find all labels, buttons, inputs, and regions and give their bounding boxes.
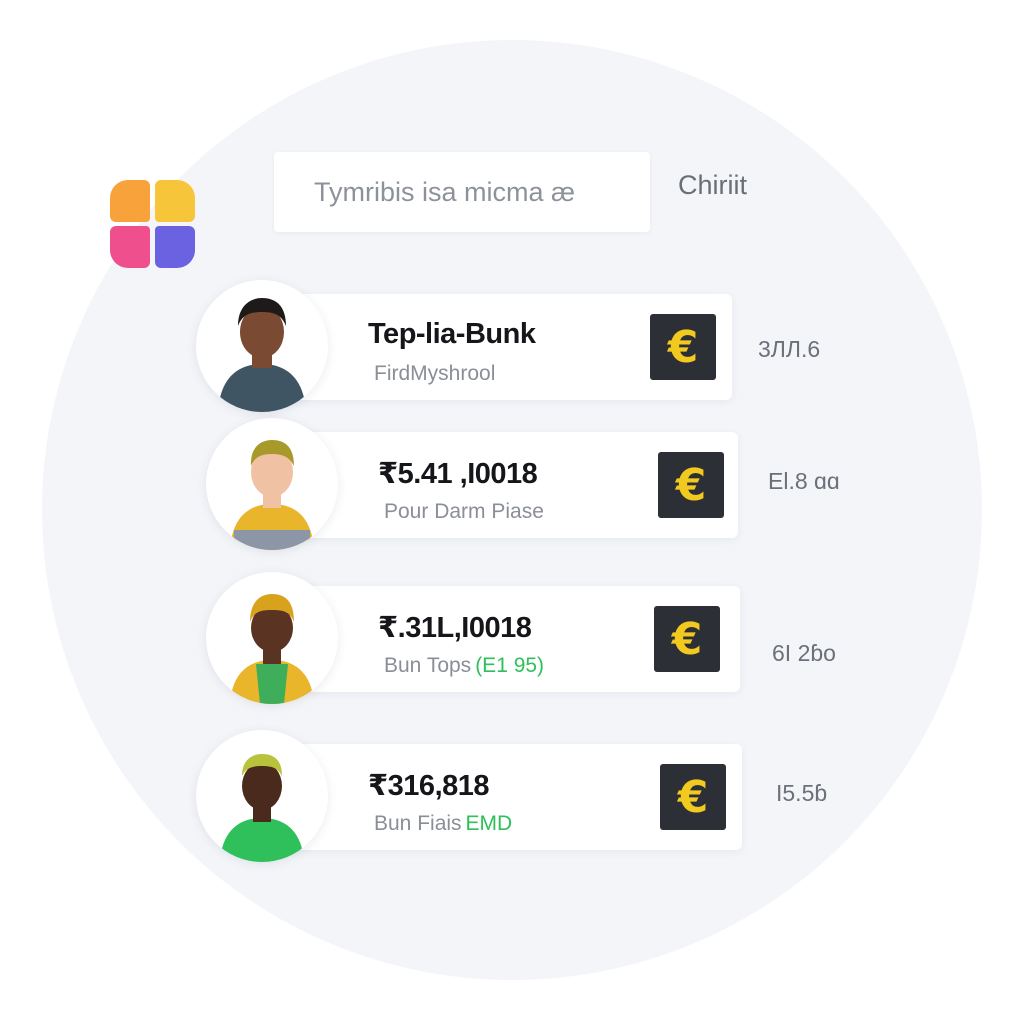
app-logo-icon[interactable] [110, 180, 196, 268]
item-title: ₹.31L,I0018 [378, 612, 532, 644]
item-subtitle-badge: EMD [465, 812, 513, 835]
item-title: ₹5.41 ,I0018 [378, 458, 538, 490]
euro-button[interactable]: € [658, 452, 724, 518]
euro-button[interactable]: € [660, 764, 726, 830]
side-value: I5.5ɓ [776, 780, 828, 806]
header-label: Chiriit [678, 170, 748, 200]
avatar [196, 280, 328, 412]
side-value: El.8 ɑɑ [768, 468, 840, 494]
euro-icon: € [675, 459, 707, 511]
item-subtitle-text: Bun Fiais [374, 812, 462, 835]
euro-icon: € [667, 321, 699, 373]
list-item[interactable]: ₹.31L,I0018 Bun Tops (E1 95) € [206, 572, 740, 704]
item-subtitle: FirdMyshrool [374, 362, 495, 386]
euro-button[interactable]: € [654, 606, 720, 672]
item-subtitle-text: Pour Darm Piase [384, 500, 544, 523]
list-item[interactable]: ₹5.41 ,I0018 Pour Darm Piase € [206, 418, 738, 550]
side-value: 3ЛЛ.6 [758, 336, 821, 362]
item-subtitle: Pour Darm Piase [384, 500, 544, 524]
euro-icon: € [677, 771, 709, 823]
search-input[interactable] [312, 175, 636, 209]
item-subtitle-badge: (E1 95) [475, 654, 545, 677]
list-item[interactable]: Tep-lia-Bunk FirdMyshrool € [196, 280, 732, 412]
avatar [206, 418, 338, 550]
item-subtitle: Bun Tops (E1 95) [384, 654, 544, 678]
item-title: ₹316,818 [368, 770, 490, 802]
avatar [196, 730, 328, 862]
item-title: Tep-lia-Bunk [368, 318, 536, 350]
euro-button[interactable]: € [650, 314, 716, 380]
euro-icon: € [671, 613, 703, 665]
item-subtitle-text: Bun Tops [384, 654, 472, 677]
search-box[interactable] [274, 152, 650, 232]
list-item[interactable]: ₹316,818 Bun Fiais EMD € [196, 730, 742, 862]
item-subtitle-text: FirdMyshrool [374, 362, 496, 385]
item-subtitle: Bun Fiais EMD [374, 812, 512, 836]
side-value: 6I 2ɓo [772, 640, 836, 666]
avatar [206, 572, 338, 704]
